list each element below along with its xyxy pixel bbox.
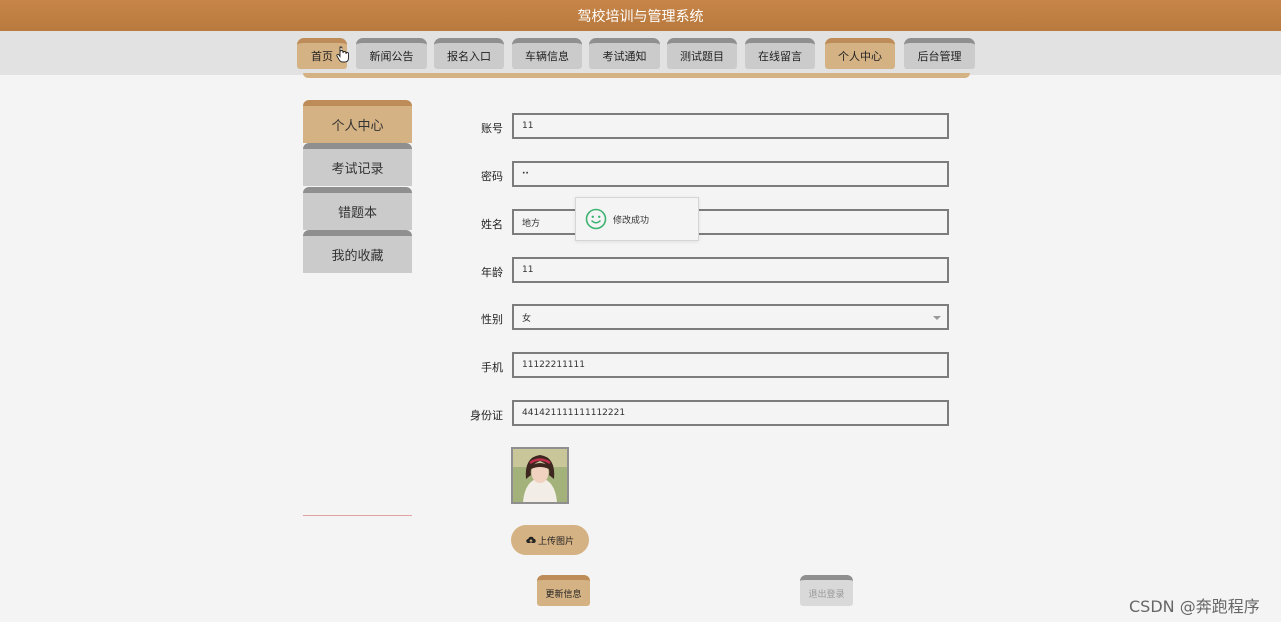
id-card-value: 441421111111112221 <box>522 408 626 418</box>
gender-value: 女 <box>522 313 532 324</box>
sidebar-item-wrong-questions[interactable]: 错题本 <box>303 187 412 230</box>
nav-item-test-questions[interactable]: 测试题目 <box>667 38 737 69</box>
cloud-upload-icon <box>526 536 536 543</box>
avatar <box>511 447 569 504</box>
toast-message: 修改成功 <box>613 215 650 226</box>
name-value: 地方 <box>522 218 541 229</box>
upload-image-label: 上传图片 <box>537 536 574 547</box>
sidebar-item-favorites[interactable]: 我的收藏 <box>303 230 412 273</box>
logout-button[interactable]: 退出登录 <box>800 575 853 606</box>
account-label: 账号 <box>481 122 503 135</box>
nav-item-admin[interactable]: 后台管理 <box>904 38 975 69</box>
nav-item-exam-notice[interactable]: 考试通知 <box>589 38 660 69</box>
nav-item-vehicles[interactable]: 车辆信息 <box>512 38 582 69</box>
phone-input[interactable]: 11122211111 <box>512 352 949 378</box>
chevron-down-icon <box>933 316 941 320</box>
update-info-button[interactable]: 更新信息 <box>537 575 590 606</box>
sidebar-item-personal-center[interactable]: 个人中心 <box>303 100 412 143</box>
password-value: ·· <box>522 169 529 179</box>
sidebar-divider <box>303 515 412 516</box>
watermark: CSDN @奔跑程序 <box>1129 597 1260 616</box>
nav-item-personal-center[interactable]: 个人中心 <box>825 38 895 69</box>
id-card-input[interactable]: 441421111111112221 <box>512 400 949 426</box>
id-card-label: 身份证 <box>470 409 503 422</box>
nav-underline <box>303 73 970 78</box>
nav-item-messages[interactable]: 在线留言 <box>745 38 815 69</box>
gender-label: 性别 <box>481 313 503 326</box>
main-nav: 首页 新闻公告 报名入口 车辆信息 考试通知 测试题目 在线留言 个人中心 后台… <box>0 31 1281 75</box>
name-label: 姓名 <box>481 218 503 231</box>
age-input[interactable]: 11 <box>512 257 949 283</box>
avatar-image <box>513 449 567 502</box>
age-value: 11 <box>522 265 534 275</box>
phone-value: 11122211111 <box>522 360 585 370</box>
age-label: 年龄 <box>481 266 503 279</box>
upload-image-button[interactable]: 上传图片 <box>511 525 589 555</box>
app-title-bar: 驾校培训与管理系统 <box>0 0 1281 31</box>
password-input[interactable]: ·· <box>512 161 949 187</box>
hand-cursor-icon <box>336 46 349 63</box>
sidebar-item-exam-records[interactable]: 考试记录 <box>303 143 412 186</box>
password-label: 密码 <box>481 170 503 183</box>
gender-select[interactable]: 女 <box>512 304 949 330</box>
app-title: 驾校培训与管理系统 <box>577 8 704 25</box>
account-value: 11 <box>522 121 534 131</box>
nav-item-news[interactable]: 新闻公告 <box>356 38 427 69</box>
account-input[interactable]: 11 <box>512 113 949 139</box>
smile-icon <box>585 208 607 230</box>
phone-label: 手机 <box>481 361 503 374</box>
success-toast: 修改成功 <box>575 197 699 241</box>
nav-item-registration[interactable]: 报名入口 <box>434 38 504 69</box>
